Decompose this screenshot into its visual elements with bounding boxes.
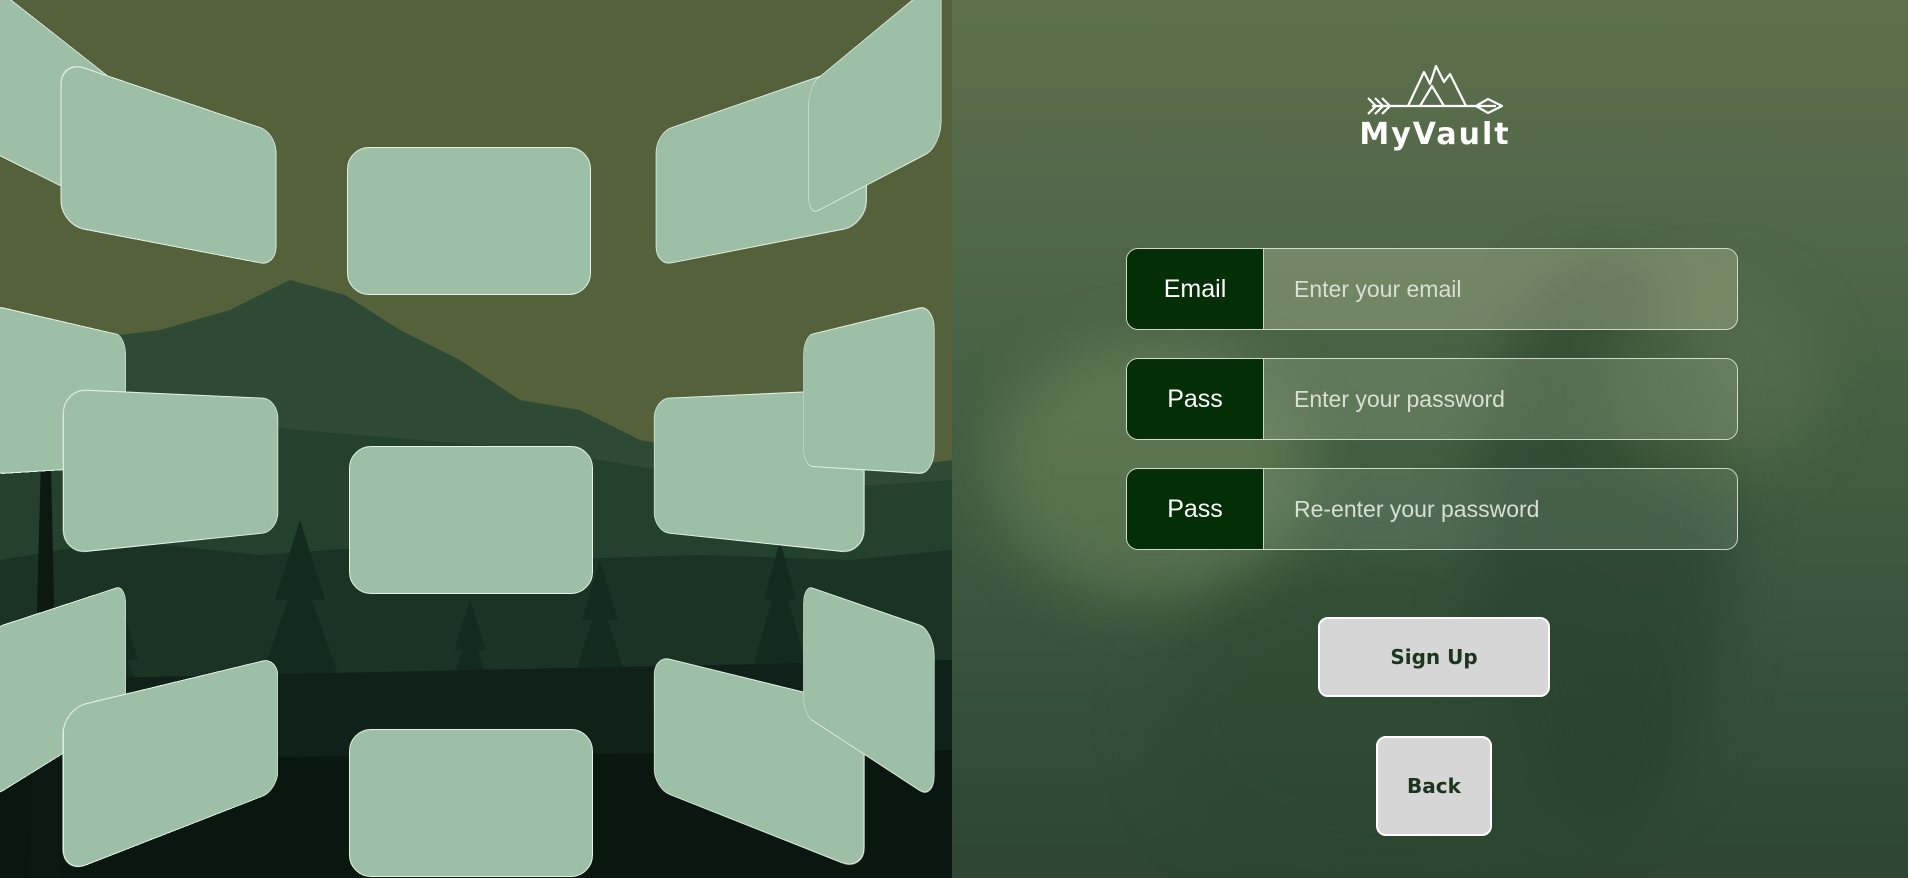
- password-input[interactable]: [1264, 359, 1737, 439]
- card: [349, 729, 593, 877]
- email-input[interactable]: [1264, 249, 1737, 329]
- sign-up-button[interactable]: Sign Up: [1318, 617, 1550, 697]
- email-field: Email: [1126, 248, 1738, 330]
- background-illustration: [0, 0, 952, 878]
- password-field: Pass: [1126, 358, 1738, 440]
- card: [349, 446, 593, 594]
- confirm-password-field: Pass: [1126, 468, 1738, 550]
- password-label: Pass: [1127, 359, 1264, 439]
- email-label: Email: [1127, 249, 1264, 329]
- card: [62, 388, 279, 555]
- signup-panel: MyVault Email Pass Pass Sign Up Back: [952, 0, 1908, 878]
- brand-logo: MyVault: [1354, 60, 1516, 152]
- card: [347, 147, 591, 295]
- card-grid: [0, 0, 952, 878]
- confirm-password-input[interactable]: [1264, 469, 1737, 549]
- mountain-arrow-logo-icon: [1367, 64, 1504, 115]
- card: [60, 59, 277, 267]
- brand-name: MyVault: [1359, 117, 1511, 152]
- edge-card: [808, 0, 942, 217]
- edge-card: [803, 303, 935, 475]
- confirm-password-label: Pass: [1127, 469, 1264, 549]
- back-button[interactable]: Back: [1376, 736, 1492, 836]
